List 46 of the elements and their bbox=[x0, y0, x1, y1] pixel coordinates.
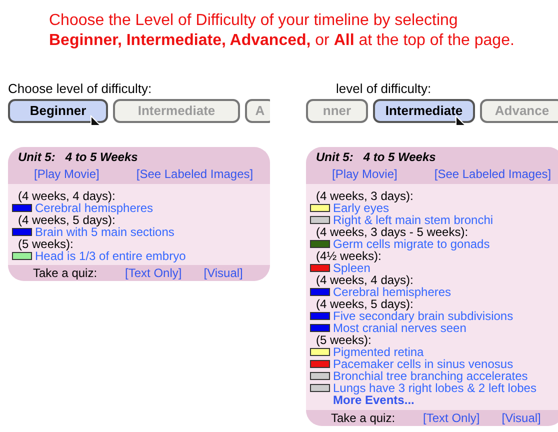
quiz-link[interactable]: [Text Only] bbox=[423, 412, 480, 424]
level-tab[interactable]: Intermediate bbox=[113, 99, 240, 123]
link[interactable]: [See Labeled Images] bbox=[136, 168, 254, 180]
quiz-label: Take a quiz: bbox=[331, 412, 396, 424]
event-link[interactable]: Germ cells migrate to gonads bbox=[333, 238, 490, 250]
time-label: (5 weeks): bbox=[17, 238, 74, 250]
event-link[interactable]: Five secondary brain subdivisions bbox=[333, 310, 514, 322]
level-tab[interactable]: nner bbox=[306, 99, 368, 123]
event-link[interactable]: Most cranial nerves seen bbox=[333, 322, 466, 334]
time-label: (4 weeks, 4 days): bbox=[315, 274, 414, 286]
quiz-label: Take a quiz: bbox=[33, 267, 98, 279]
link[interactable]: [See Labeled Images] bbox=[434, 168, 552, 180]
time-label: (4½ weeks): bbox=[315, 250, 382, 262]
difficulty-label: Choose level of difficulty: bbox=[8, 80, 153, 97]
level-tab[interactable]: Beginner bbox=[8, 99, 108, 123]
event-link[interactable]: Head is 1/3 of entire embryo bbox=[35, 250, 186, 262]
level-tab[interactable]: Advance bbox=[480, 99, 558, 123]
event-link[interactable]: Right & left main stem bronchi bbox=[333, 214, 494, 226]
instruction-text: Choose the Level of Difficulty of your timeline by selecting bbox=[49, 11, 459, 31]
difficulty-label: level of difficulty: bbox=[335, 80, 432, 97]
more-events-link[interactable]: More Events... bbox=[310, 394, 558, 407]
event-link[interactable]: Bronchial tree branching accelerates bbox=[333, 370, 528, 382]
event-link[interactable]: Pigmented retina bbox=[333, 346, 424, 358]
instruction-text: Beginner, Intermediate, Advanced, or All at the top of the page. bbox=[49, 31, 516, 51]
event-link[interactable]: Brain with 5 main sections bbox=[35, 226, 174, 238]
event-link[interactable]: Pacemaker cells in sinus venosus bbox=[333, 358, 514, 370]
time-label: (4 weeks, 4 days): bbox=[17, 190, 116, 202]
quiz-link[interactable]: [Text Only] bbox=[125, 267, 182, 279]
event-link[interactable]: Spleen bbox=[333, 262, 370, 274]
link[interactable]: [Play Movie] bbox=[34, 168, 100, 180]
time-label: (4 weeks, 3 days): bbox=[315, 190, 414, 202]
level-tab[interactable]: Intermediate bbox=[373, 99, 475, 123]
event-link[interactable]: Cerebral hemispheres bbox=[333, 286, 452, 298]
quiz-link[interactable]: [Visual] bbox=[204, 267, 243, 279]
time-label: (5 weeks): bbox=[315, 334, 372, 346]
event-link[interactable]: Early eyes bbox=[333, 202, 390, 214]
time-label: (4 weeks, 5 days): bbox=[17, 214, 116, 226]
unit-title: Unit 5: 4 to 5 Weeks bbox=[18, 151, 139, 165]
link[interactable]: [Play Movie] bbox=[332, 168, 398, 180]
level-tab[interactable]: A bbox=[245, 99, 270, 123]
event-link[interactable]: Cerebral hemispheres bbox=[35, 202, 154, 214]
time-label: (4 weeks, 5 days): bbox=[315, 298, 414, 310]
time-label: (4 weeks, 3 days - 5 weeks): bbox=[315, 226, 470, 238]
unit-title: Unit 5: 4 to 5 Weeks bbox=[316, 151, 437, 165]
quiz-link[interactable]: [Visual] bbox=[502, 412, 541, 424]
event-link[interactable]: Lungs have 3 right lobes & 2 left lobes bbox=[333, 382, 536, 394]
